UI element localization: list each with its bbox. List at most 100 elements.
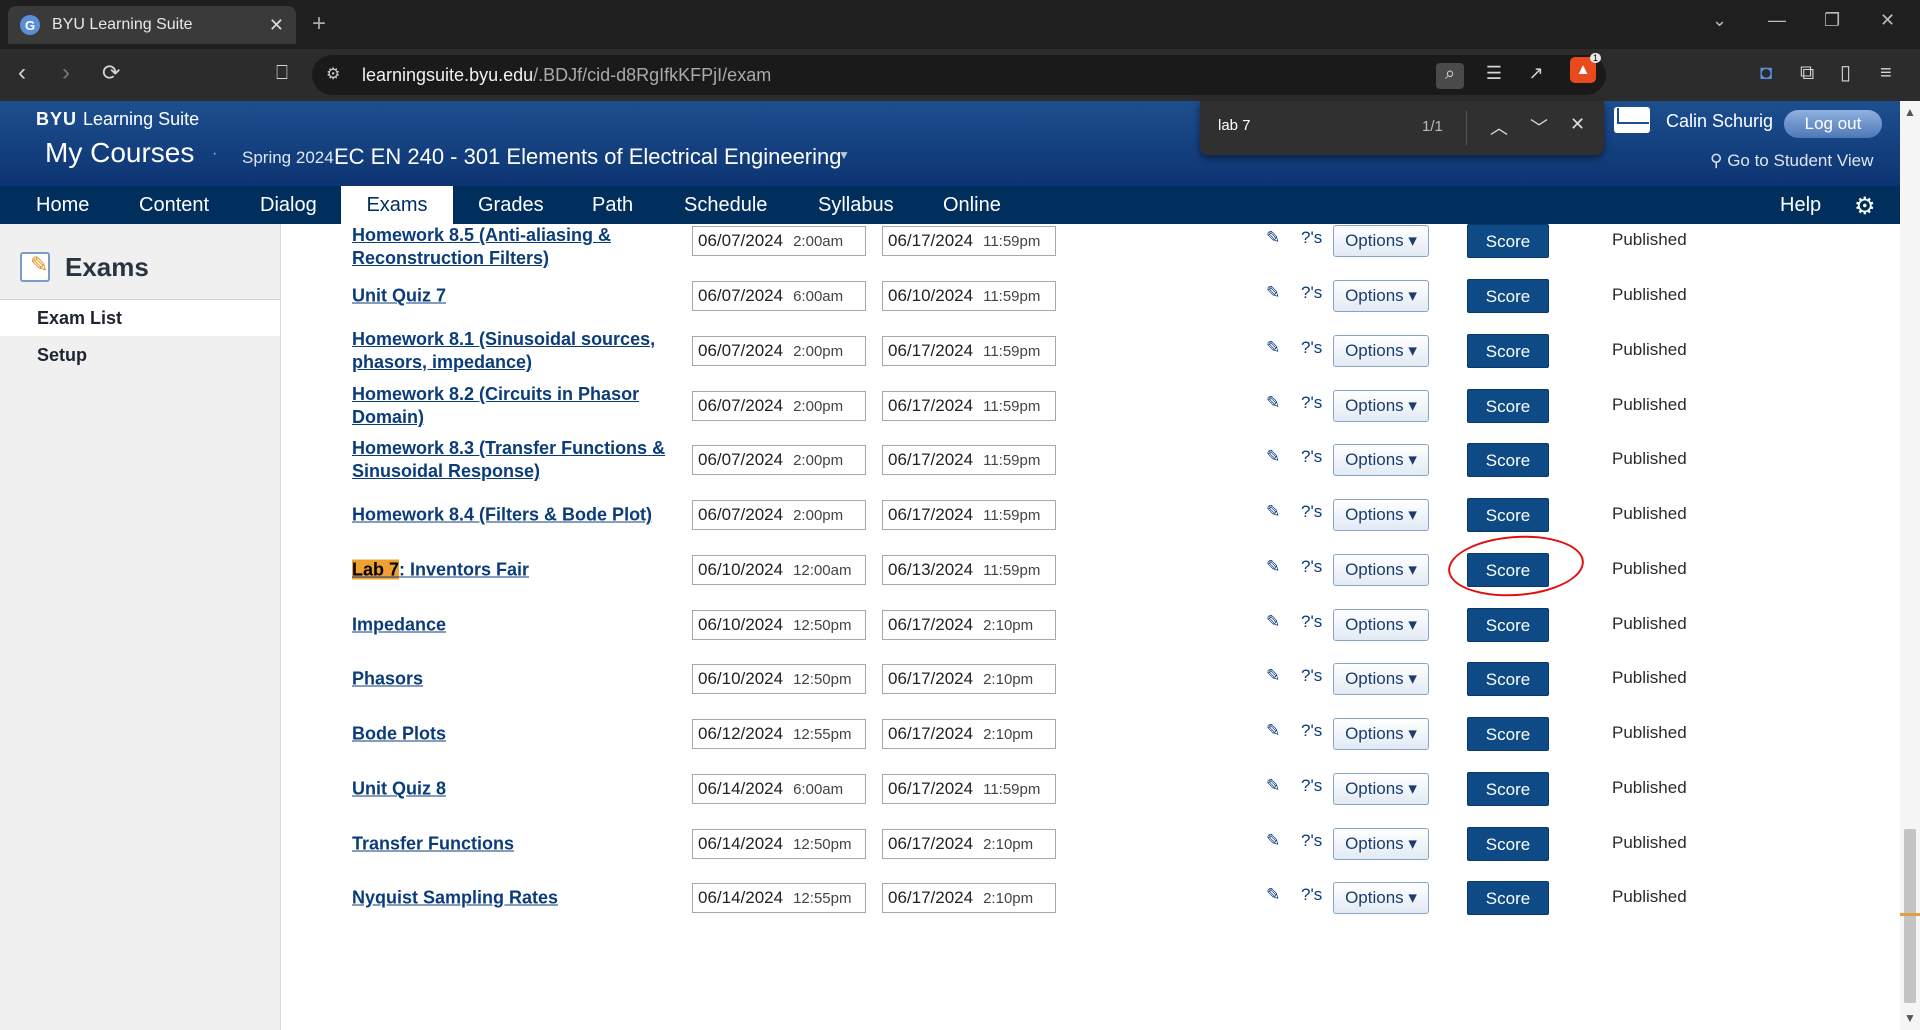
start-date-field[interactable]: 06/07/2024 6:00am [692,281,866,311]
score-button[interactable]: Score [1467,662,1549,696]
exam-title-link[interactable]: Lab 7: Inventors Fair [352,559,682,582]
page-scrollbar[interactable]: ▲ ▼ [1900,101,1920,1030]
questions-link[interactable]: ?'s [1301,447,1322,467]
end-date-field[interactable]: 06/17/2024 11:59pm [882,391,1056,421]
extension-icon[interactable]: ◘ [1760,61,1772,85]
nav-content[interactable]: Content [125,186,223,224]
options-button[interactable]: Options ▾ [1333,225,1429,257]
start-date-field[interactable]: 06/14/2024 12:50pm [692,829,866,859]
score-button[interactable]: Score [1467,498,1549,532]
edit-pencil-icon[interactable]: ✎ [1266,338,1280,358]
start-date-field[interactable]: 06/10/2024 12:50pm [692,610,866,640]
sidebar-item-exam-list[interactable]: Exam List [0,300,280,336]
edit-pencil-icon[interactable]: ✎ [1266,283,1280,303]
edit-pencil-icon[interactable]: ✎ [1266,502,1280,522]
start-date-field[interactable]: 06/14/2024 12:55pm [692,883,866,913]
score-button[interactable]: Score [1467,717,1549,751]
exam-title-link[interactable]: Homework 8.4 (Filters & Bode Plot) [352,504,692,527]
end-date-field[interactable]: 06/17/2024 11:59pm [882,774,1056,804]
exam-title-link[interactable]: Transfer Functions [352,833,682,856]
score-button[interactable]: Score [1467,881,1549,915]
find-previous-icon[interactable]: ︿ [1490,114,1508,140]
questions-link[interactable]: ?'s [1301,557,1322,577]
edit-pencil-icon[interactable]: ✎ [1266,612,1280,632]
options-button[interactable]: Options ▾ [1333,882,1429,914]
score-button[interactable]: Score [1467,608,1549,642]
reload-icon[interactable]: ⟳ [102,61,120,85]
nav-exams[interactable]: Exams [341,186,453,224]
questions-link[interactable]: ?'s [1301,338,1322,358]
edit-pencil-icon[interactable]: ✎ [1266,721,1280,741]
score-button[interactable]: Score [1467,827,1549,861]
byu-logo[interactable]: BYU Learning Suite [36,109,199,130]
options-button[interactable]: Options ▾ [1333,554,1429,586]
score-button[interactable]: Score [1467,224,1549,258]
nav-home[interactable]: Home [22,186,103,224]
score-button[interactable]: Score [1467,334,1549,368]
back-icon[interactable]: ‹ [18,61,26,85]
edit-pencil-icon[interactable]: ✎ [1266,447,1280,467]
questions-link[interactable]: ?'s [1301,885,1322,905]
questions-link[interactable]: ?'s [1301,612,1322,632]
browser-tab[interactable]: G BYU Learning Suite ✕ [8,6,296,44]
minimize-icon[interactable]: — [1768,10,1786,31]
start-date-field[interactable]: 06/14/2024 6:00am [692,774,866,804]
scroll-down-icon[interactable]: ▼ [1904,1011,1916,1025]
find-in-page-icon[interactable]: ⌕ [1436,63,1464,89]
questions-link[interactable]: ?'s [1301,831,1322,851]
extensions-puzzle-icon[interactable]: ⧉ [1800,61,1814,85]
nav-grades[interactable]: Grades [464,186,558,224]
find-input[interactable]: lab 7 [1218,117,1251,134]
end-date-field[interactable]: 06/17/2024 11:59pm [882,445,1056,475]
nav-help[interactable]: Help [1766,186,1835,224]
exam-title-link[interactable]: Impedance [352,614,682,637]
options-button[interactable]: Options ▾ [1333,280,1429,312]
end-date-field[interactable]: 06/17/2024 11:59pm [882,336,1056,366]
questions-link[interactable]: ?'s [1301,721,1322,741]
score-button[interactable]: Score [1467,279,1549,313]
start-date-field[interactable]: 06/07/2024 2:00pm [692,445,866,475]
end-date-field[interactable]: 06/17/2024 2:10pm [882,664,1056,694]
options-button[interactable]: Options ▾ [1333,609,1429,641]
exam-title-link[interactable]: Homework 8.3 (Transfer Functions & Sinus… [352,437,682,483]
edit-pencil-icon[interactable]: ✎ [1266,666,1280,686]
questions-link[interactable]: ?'s [1301,666,1322,686]
options-button[interactable]: Options ▾ [1333,773,1429,805]
exam-title-link[interactable]: Unit Quiz 7 [352,285,682,308]
end-date-field[interactable]: 06/17/2024 2:10pm [882,610,1056,640]
edit-pencil-icon[interactable]: ✎ [1266,393,1280,413]
options-button[interactable]: Options ▾ [1333,663,1429,695]
end-date-field[interactable]: 06/17/2024 11:59pm [882,500,1056,530]
options-button[interactable]: Options ▾ [1333,390,1429,422]
edit-pencil-icon[interactable]: ✎ [1266,885,1280,905]
start-date-field[interactable]: 06/10/2024 12:50pm [692,664,866,694]
find-next-icon[interactable]: ﹀ [1530,114,1548,140]
nav-path[interactable]: Path [578,186,647,224]
questions-link[interactable]: ?'s [1301,283,1322,303]
menu-icon[interactable]: ≡ [1880,61,1892,85]
tab-search-icon[interactable]: ⌄ [1712,10,1727,31]
new-tab-icon[interactable]: + [312,10,326,38]
options-button[interactable]: Options ▾ [1333,335,1429,367]
exam-title-link[interactable]: Nyquist Sampling Rates [352,887,682,910]
edit-pencil-icon[interactable]: ✎ [1266,557,1280,577]
end-date-field[interactable]: 06/17/2024 2:10pm [882,829,1056,859]
exam-title-link[interactable]: Homework 8.1 (Sinusoidal sources, phasor… [352,328,682,374]
logout-button[interactable]: Log out [1784,110,1882,138]
options-button[interactable]: Options ▾ [1333,499,1429,531]
nav-syllabus[interactable]: Syllabus [804,186,908,224]
end-date-field[interactable]: 06/17/2024 2:10pm [882,719,1056,749]
options-button[interactable]: Options ▾ [1333,718,1429,750]
exam-title-link[interactable]: Unit Quiz 8 [352,778,682,801]
share-icon[interactable]: ↗ [1522,63,1550,89]
forward-icon[interactable]: › [62,61,70,85]
questions-link[interactable]: ?'s [1301,502,1322,522]
questions-link[interactable]: ?'s [1301,776,1322,796]
window-close-icon[interactable]: ✕ [1880,10,1895,31]
find-close-icon[interactable]: ✕ [1570,114,1585,135]
options-button[interactable]: Options ▾ [1333,444,1429,476]
exam-title-link[interactable]: Bode Plots [352,723,682,746]
scrollbar-thumb[interactable] [1904,829,1916,1003]
bookmark-icon[interactable]: ⎕ [276,61,288,85]
sidebar-toggle-icon[interactable]: ▯ [1840,61,1851,85]
